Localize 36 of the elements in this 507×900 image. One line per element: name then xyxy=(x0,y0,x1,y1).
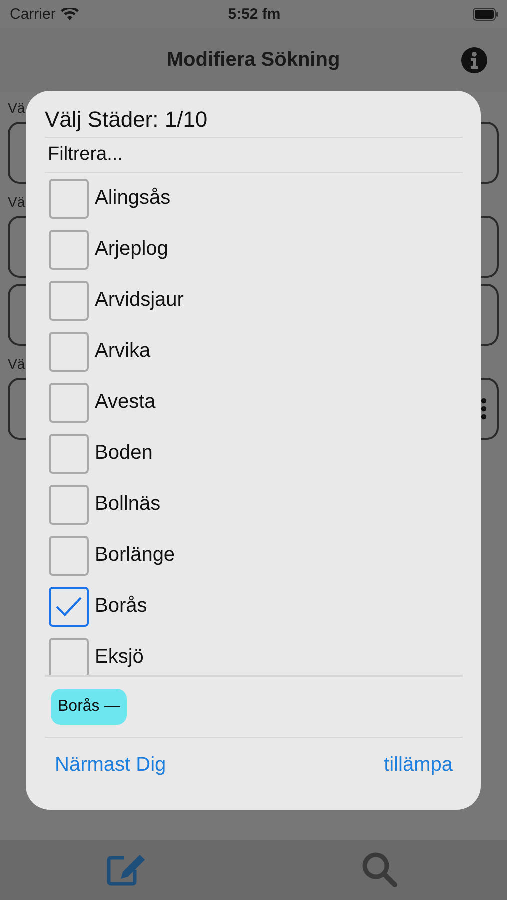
city-name[interactable]: Arvidsjaur xyxy=(95,289,184,312)
edit-icon xyxy=(106,854,147,886)
screen-title: Modifiera Sökning xyxy=(166,48,340,72)
checkbox[interactable] xyxy=(49,586,89,626)
city-name[interactable]: Borlänge xyxy=(95,544,176,567)
battery-icon xyxy=(473,8,499,20)
field-label: Vä xyxy=(8,194,24,210)
city-name[interactable]: Arjeplog xyxy=(95,238,168,261)
field-label: Vä xyxy=(8,100,24,116)
checkbox[interactable] xyxy=(49,484,89,524)
city-name[interactable]: Arvika xyxy=(95,340,151,363)
checkmark-icon xyxy=(55,596,83,618)
city-name[interactable]: Eksjö xyxy=(95,646,144,669)
checkbox[interactable] xyxy=(49,536,89,576)
checkbox[interactable] xyxy=(49,230,89,270)
info-icon[interactable] xyxy=(461,47,488,74)
selected-city-chip[interactable]: Borås — xyxy=(51,689,128,725)
checkbox[interactable] xyxy=(49,178,89,218)
wifi-icon xyxy=(60,8,79,20)
city-name[interactable]: Alingsås xyxy=(95,187,171,210)
field-label: Vä xyxy=(8,356,24,372)
checkbox[interactable] xyxy=(49,332,89,372)
checkbox[interactable] xyxy=(49,434,89,474)
city-name[interactable]: Boden xyxy=(95,442,153,465)
carrier-label: Carrier xyxy=(10,6,56,22)
clock-time: 5:52 fm xyxy=(228,6,281,22)
city-name[interactable]: Avesta xyxy=(95,391,156,414)
more-icon[interactable] xyxy=(481,398,487,420)
dialog-title: Välj Städer: 1/10 xyxy=(45,107,463,138)
search-icon xyxy=(362,852,398,888)
filter-field[interactable]: Filtrera... xyxy=(45,138,463,173)
checkbox[interactable] xyxy=(49,280,89,320)
city-name[interactable]: Borås xyxy=(95,595,148,618)
checkbox[interactable] xyxy=(49,382,89,422)
checkbox[interactable] xyxy=(49,638,89,675)
city-name[interactable]: Bollnäs xyxy=(95,493,161,516)
